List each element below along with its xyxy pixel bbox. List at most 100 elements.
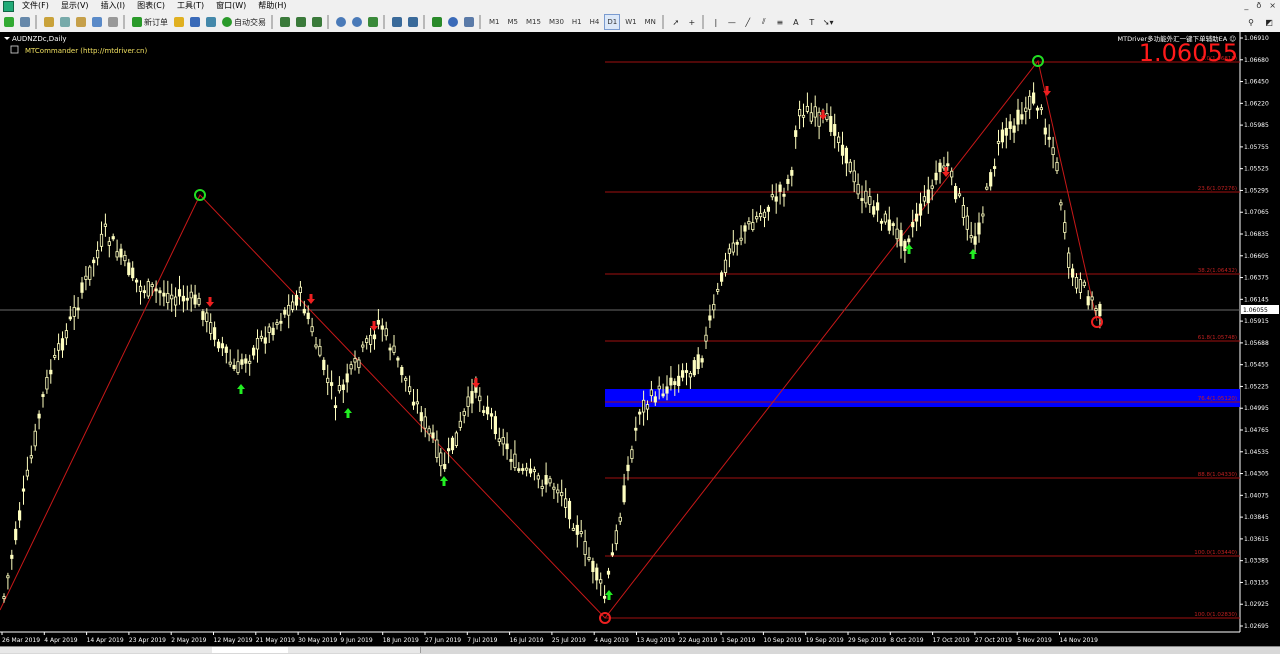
- market-button[interactable]: [188, 14, 202, 30]
- autoscroll-button[interactable]: [406, 14, 420, 30]
- chart-shift-button[interactable]: [390, 14, 404, 30]
- candle-body: [688, 373, 693, 378]
- candle-body: [681, 370, 685, 378]
- big-price-display: 1.06055: [1139, 39, 1238, 67]
- timeframe-m30[interactable]: M30: [546, 14, 567, 30]
- candle-body: [107, 241, 111, 246]
- close-button[interactable]: ×: [1269, 0, 1276, 12]
- zoom-out-button[interactable]: [350, 14, 364, 30]
- price-axis-label: 1.06910: [1244, 35, 1269, 42]
- market-watch-button[interactable]: [42, 14, 56, 30]
- vertical-line-button[interactable]: |: [709, 14, 723, 30]
- signals-button[interactable]: [204, 14, 218, 30]
- candle-body: [642, 399, 646, 413]
- menu-charts[interactable]: 图表(C): [133, 0, 169, 12]
- chart-canvas[interactable]: 0.0(1.06815)23.6(1.07276)38.2(1.06432)61…: [0, 32, 1280, 646]
- timeframe-m1[interactable]: M1: [486, 14, 503, 30]
- chart-tab[interactable]: [128, 647, 213, 653]
- bar-chart-button[interactable]: [278, 14, 292, 30]
- trendline-button[interactable]: ╱: [741, 14, 755, 30]
- metaeditor-button[interactable]: [172, 14, 186, 30]
- candle-body: [193, 294, 197, 305]
- candle-body: [739, 237, 743, 241]
- minimize-button[interactable]: _: [1244, 0, 1248, 12]
- buy-arrow-icon: [440, 476, 448, 486]
- candle-body: [653, 396, 657, 403]
- candle-body: [1047, 136, 1051, 140]
- restore-button[interactable]: ð: [1256, 0, 1261, 12]
- cursor-tool-button[interactable]: ➚: [669, 14, 683, 30]
- menu-file[interactable]: 文件(F): [18, 0, 53, 12]
- crosshair-tool-button[interactable]: +: [685, 14, 699, 30]
- line-chart-button[interactable]: [310, 14, 324, 30]
- terminal-button[interactable]: [90, 14, 104, 30]
- candle-body: [407, 386, 412, 393]
- candle-body: [700, 358, 704, 363]
- candle-body: [404, 377, 408, 381]
- fibonacci-button[interactable]: ≡: [773, 14, 787, 30]
- navigator-button[interactable]: [74, 14, 88, 30]
- arrows-tool-button[interactable]: ➘▾: [821, 14, 836, 30]
- indicators-button[interactable]: [430, 14, 444, 30]
- chart-tab[interactable]: [58, 647, 129, 653]
- menu-help[interactable]: 帮助(H): [254, 0, 290, 12]
- chart-tab[interactable]: [354, 647, 421, 653]
- profiles-button[interactable]: [18, 14, 32, 30]
- candle-body: [349, 364, 353, 370]
- templates-button[interactable]: [462, 14, 476, 30]
- periods-button[interactable]: [446, 14, 460, 30]
- zoom-in-button[interactable]: [334, 14, 348, 30]
- chart-tab[interactable]: [288, 647, 355, 653]
- date-axis-label: 14 Nov 2019: [1060, 637, 1099, 644]
- candle-body: [173, 296, 178, 306]
- community-icon: ◩: [1265, 17, 1273, 27]
- candle-body: [154, 288, 158, 292]
- candlestick-button[interactable]: [294, 14, 308, 30]
- candle-body: [279, 320, 283, 324]
- candle-body: [329, 382, 334, 386]
- candlestick-icon: [296, 17, 306, 27]
- candle-body: [205, 312, 209, 322]
- timeframe-m5[interactable]: M5: [505, 14, 522, 30]
- candle-body: [571, 527, 576, 531]
- candle-body: [92, 259, 96, 264]
- candle-body: [353, 358, 357, 363]
- date-axis-label: 7 Jul 2019: [467, 637, 497, 644]
- new-order-icon: [132, 17, 142, 27]
- menu-window[interactable]: 窗口(W): [212, 0, 250, 12]
- community-button[interactable]: ◩: [1262, 14, 1276, 30]
- timeframe-m15[interactable]: M15: [523, 14, 544, 30]
- candle-body: [1067, 252, 1071, 268]
- menu-view[interactable]: 显示(V): [57, 0, 93, 12]
- date-axis-label: 27 Jun 2019: [425, 637, 461, 644]
- horizontal-line-button[interactable]: —: [725, 14, 739, 30]
- timeframe-h4[interactable]: H4: [587, 14, 603, 30]
- candle-body: [322, 359, 326, 370]
- timeframe-h1[interactable]: H1: [569, 14, 585, 30]
- timeframe-w1[interactable]: W1: [622, 14, 639, 30]
- channel-button[interactable]: ⫽: [757, 14, 771, 30]
- candle-body: [950, 170, 954, 178]
- price-axis-label: 1.03155: [1244, 579, 1269, 586]
- menu-tools[interactable]: 工具(T): [173, 0, 208, 12]
- price-chart[interactable]: 0.0(1.06815) 23.6(1.07276) 38.2(1.06432) 61…: [0, 32, 1280, 646]
- chart-tab-active[interactable]: [212, 647, 289, 653]
- tester-button[interactable]: [106, 14, 120, 30]
- chart-tab[interactable]: [0, 647, 59, 653]
- candle-body: [96, 249, 100, 259]
- timeframe-mn[interactable]: MN: [642, 14, 659, 30]
- auto-trading-button[interactable]: 自动交易: [220, 14, 268, 30]
- timeframe-d1[interactable]: D1: [604, 14, 621, 30]
- candle-body: [868, 196, 872, 205]
- candle-body: [544, 475, 548, 485]
- new-chart-button[interactable]: [2, 14, 16, 30]
- tile-windows-button[interactable]: [366, 14, 380, 30]
- data-window-button[interactable]: [58, 14, 72, 30]
- candle-body: [930, 185, 934, 189]
- search-button[interactable]: ⚲: [1244, 14, 1258, 30]
- text-tool-button[interactable]: A: [789, 14, 803, 30]
- menu-insert[interactable]: 插入(I): [97, 0, 130, 12]
- candle-body: [240, 359, 244, 365]
- text-label-tool-button[interactable]: T: [805, 14, 819, 30]
- new-order-button[interactable]: 新订单: [130, 14, 170, 30]
